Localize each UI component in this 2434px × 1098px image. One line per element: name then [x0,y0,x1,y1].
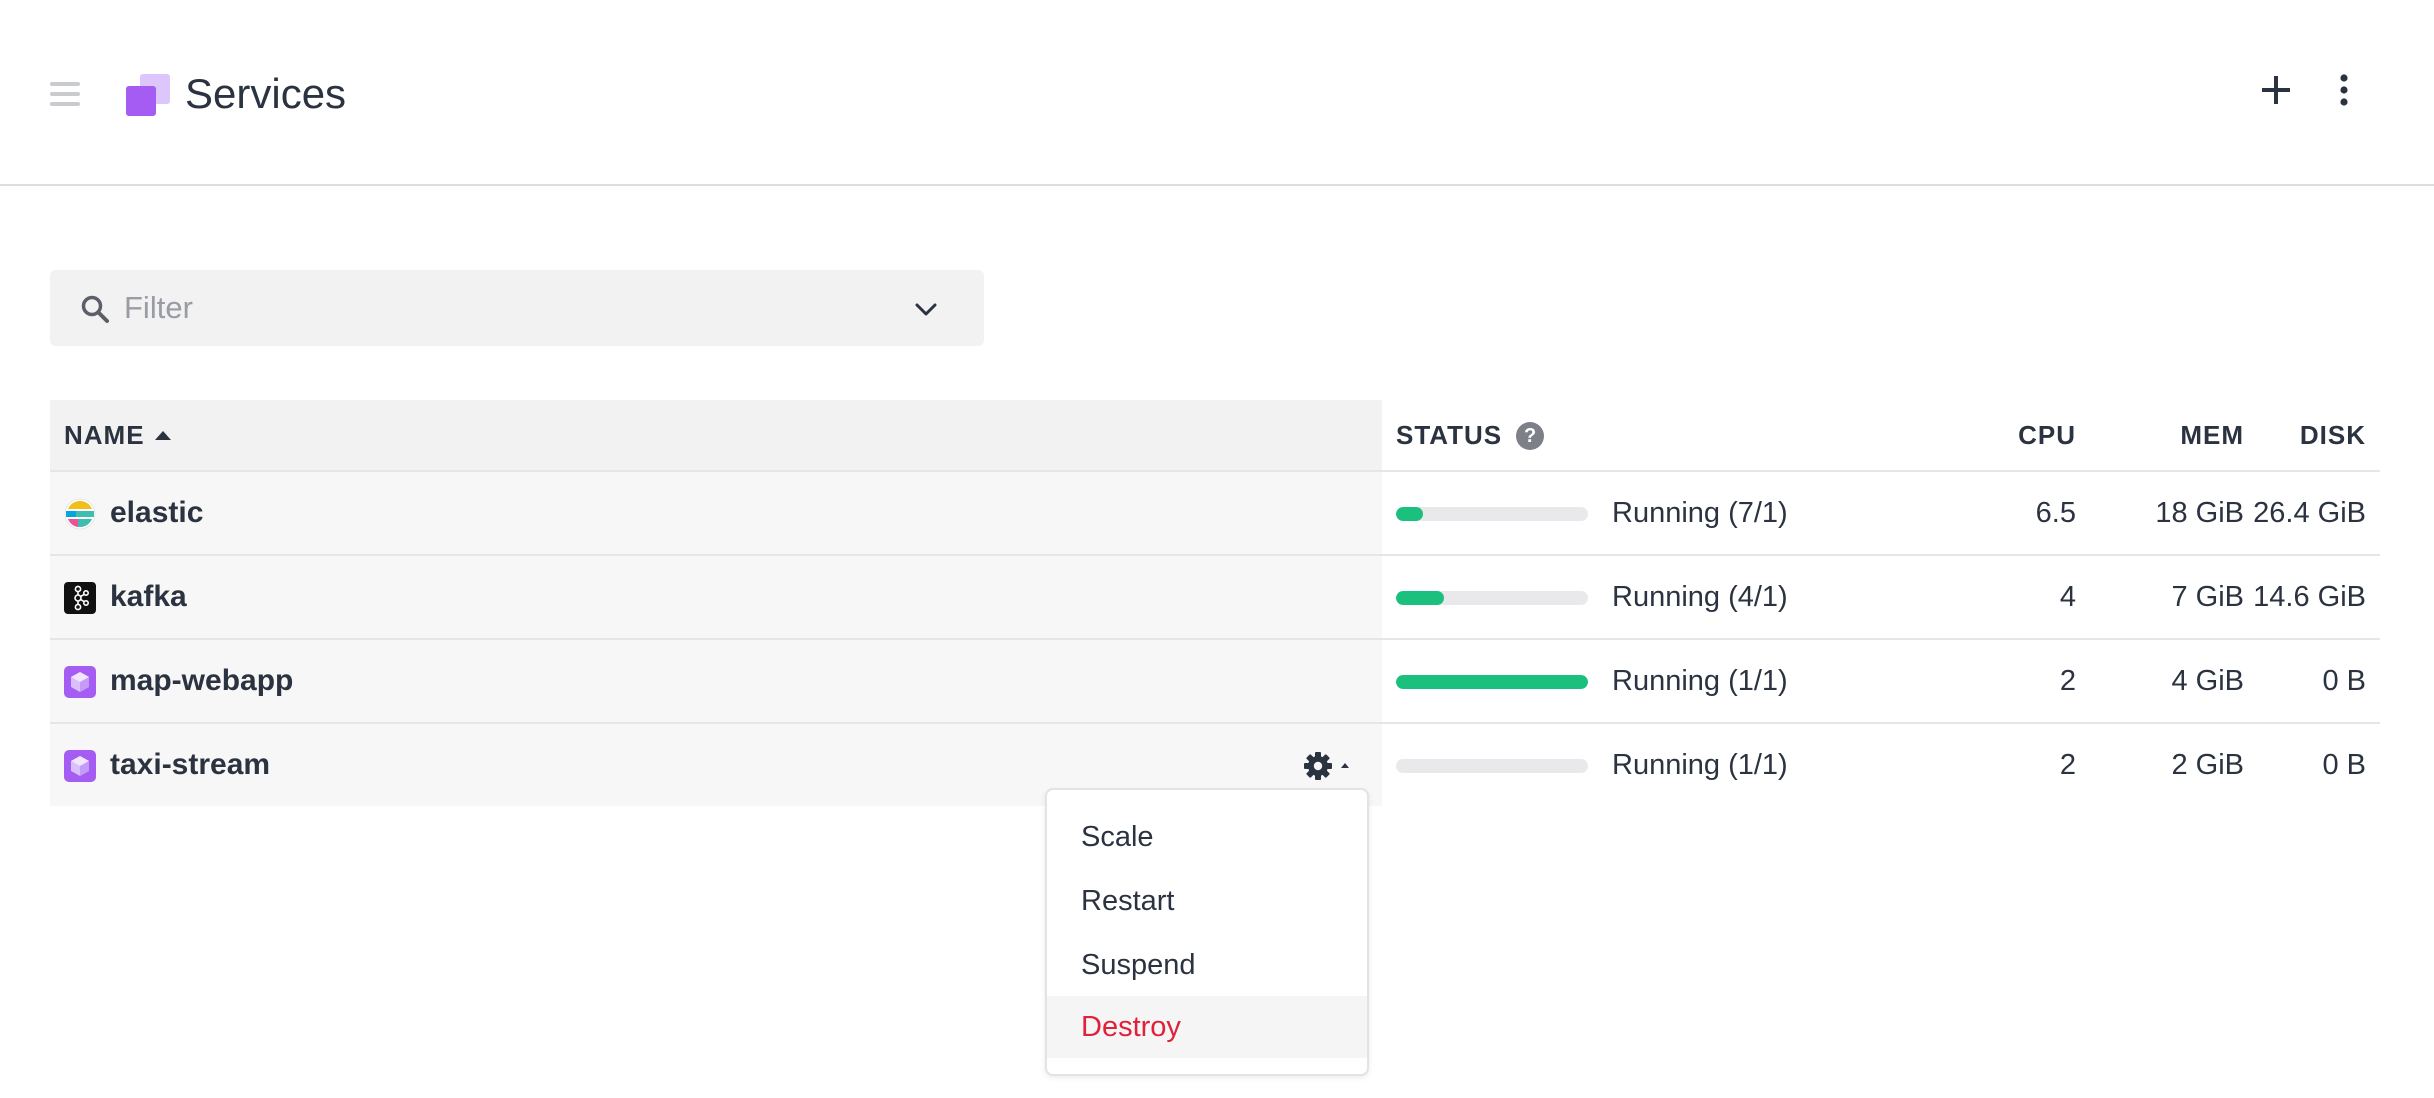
disk-value: 14.6 GiB [2253,581,2366,613]
filter-box [50,270,984,346]
cpu-value: 6.5 [2035,497,2076,529]
more-options-button[interactable] [2326,68,2362,112]
column-header-disk[interactable]: DISK [2246,400,2366,470]
hamburger-icon[interactable] [50,78,82,110]
table-row[interactable]: kafka Running (4/1) 4 7 GiB 14.6 GiB [50,554,2380,638]
table-row[interactable]: elastic Running (7/1) 6.5 18 GiB 26.4 Gi… [50,470,2380,554]
table-row[interactable]: map-webapp Running (1/1) 2 4 GiB 0 B [50,638,2380,722]
table-header: NAME STATUS? CPU MEM DISK [50,400,2380,470]
page-title: Services [185,70,347,117]
disk-value: 0 B [2322,749,2366,781]
status-text: Running (1/1) [1612,749,1788,781]
gear-icon[interactable] [1302,748,1356,784]
menu-item-suspend[interactable]: Suspend [1047,934,1367,996]
mem-value: 7 GiB [2171,581,2244,613]
mem-value: 18 GiB [2155,497,2244,529]
cpu-value: 4 [2059,581,2076,613]
status-text: Running (4/1) [1612,581,1788,613]
menu-item-restart[interactable]: Restart [1047,870,1367,932]
services-icon [126,74,170,116]
progress-bar [1396,759,1588,773]
chevron-down-icon[interactable] [914,300,938,320]
progress-bar [1396,591,1588,605]
help-icon[interactable]: ? [1516,422,1545,450]
mem-value: 4 GiB [2171,665,2244,697]
service-cube-icon [64,750,96,782]
service-name[interactable]: elastic [110,472,203,554]
services-table: NAME STATUS? CPU MEM DISK elastic Runnin… [50,400,2380,806]
mem-value: 2 GiB [2171,749,2244,781]
top-bar: Services [0,0,2434,186]
service-name[interactable]: kafka [110,556,187,638]
service-cube-icon [64,666,96,698]
disk-value: 0 B [2322,665,2366,697]
elastic-icon [64,498,96,530]
sort-ascending-icon [154,431,171,440]
disk-value: 26.4 GiB [2253,497,2366,529]
progress-bar [1396,507,1588,521]
menu-item-destroy[interactable]: Destroy [1047,996,1367,1058]
column-header-mem[interactable]: MEM [2080,400,2244,470]
cpu-value: 2 [2059,749,2076,781]
actions-menu: Scale Restart Suspend Destroy [1045,788,1369,1076]
status-text: Running (7/1) [1612,497,1788,529]
column-header-name[interactable]: NAME [64,400,171,470]
progress-bar [1396,675,1588,689]
search-icon [81,295,109,323]
filter-input[interactable] [124,284,884,332]
column-header-status[interactable]: STATUS? [1396,400,1545,470]
add-button[interactable] [2254,68,2298,112]
service-name[interactable]: map-webapp [110,640,293,722]
cpu-value: 2 [2059,665,2076,697]
service-name[interactable]: taxi-stream [110,724,270,806]
menu-item-scale[interactable]: Scale [1047,806,1367,868]
column-header-cpu[interactable]: CPU [1850,400,2076,470]
status-text: Running (1/1) [1612,665,1788,697]
kafka-icon [64,582,96,614]
